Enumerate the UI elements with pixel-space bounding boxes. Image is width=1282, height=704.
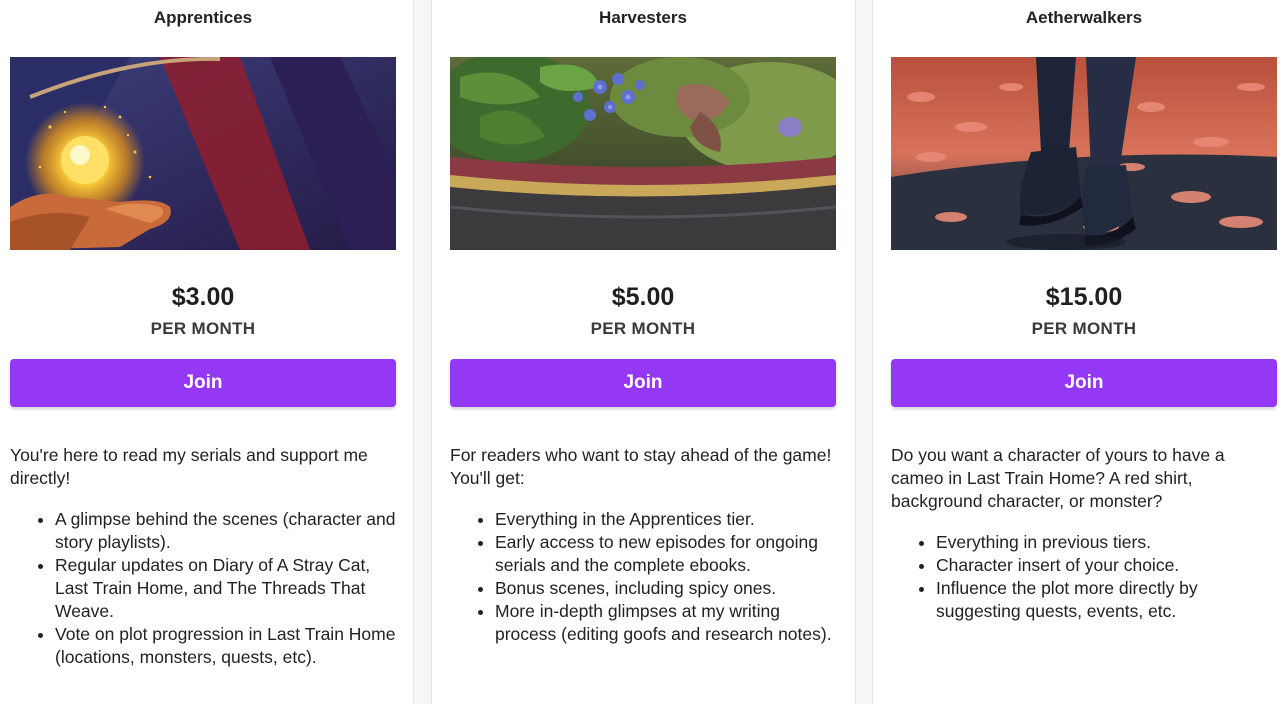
tier-period: PER MONTH [1031, 319, 1137, 338]
tier-price: $15.00 [1045, 283, 1123, 311]
tier-card-aetherwalkers: Aetherwalkers $15.00 PER MONTH Join Do y… [872, 0, 1282, 704]
tier-intro: Do you want a character of yours to have… [891, 445, 1225, 511]
benefit-list: Everything in previous tiers. Character … [891, 531, 1281, 623]
tier-image-glowing-orb [10, 57, 396, 250]
benefit-item: Bonus scenes, including spicy ones. [495, 577, 840, 600]
tier-description: For readers who want to stay ahead of th… [450, 444, 840, 646]
tier-title: Harvesters [599, 8, 687, 27]
join-button-apprentices[interactable]: Join [10, 359, 396, 407]
tier-period: PER MONTH [590, 319, 696, 338]
tier-image-garden-planter [450, 57, 836, 250]
tier-intro: You're here to read my serials and suppo… [10, 445, 368, 488]
join-button-harvesters[interactable]: Join [450, 359, 836, 407]
tier-description: You're here to read my serials and suppo… [10, 444, 400, 669]
benefit-item: Everything in previous tiers. [936, 531, 1281, 554]
benefit-item: A glimpse behind the scenes (character a… [55, 508, 400, 554]
tier-list: Apprentices $3.00 PER MONTH Join You're … [0, 0, 1282, 704]
tier-title: Apprentices [153, 8, 253, 27]
tier-card-apprentices: Apprentices $3.00 PER MONTH Join You're … [0, 0, 414, 704]
tier-description: Do you want a character of yours to have… [891, 444, 1281, 623]
tier-card-harvesters: Harvesters $5.00 PER MONTH Join For read… [431, 0, 856, 704]
benefit-list: A glimpse behind the scenes (character a… [10, 508, 400, 669]
tier-intro: For readers who want to stay ahead of th… [450, 445, 832, 488]
benefit-list: Everything in the Apprentices tier. Earl… [450, 508, 840, 646]
benefit-item: Everything in the Apprentices tier. [495, 508, 840, 531]
join-button-aetherwalkers[interactable]: Join [891, 359, 1277, 407]
tier-title: Aetherwalkers [1025, 8, 1143, 27]
benefit-item: Early access to new episodes for ongoing… [495, 531, 840, 577]
benefit-item: Regular updates on Diary of A Stray Cat,… [55, 554, 400, 623]
tier-image-walking-on-petals [891, 57, 1277, 250]
benefit-item: Vote on plot progression in Last Train H… [55, 623, 400, 669]
tier-period: PER MONTH [150, 319, 256, 338]
tier-price: $5.00 [611, 283, 675, 311]
tier-price: $3.00 [171, 283, 235, 311]
benefit-item: Character insert of your choice. [936, 554, 1281, 577]
benefit-item: Influence the plot more directly by sugg… [936, 577, 1281, 623]
benefit-item: More in-depth glimpses at my writing pro… [495, 600, 840, 646]
